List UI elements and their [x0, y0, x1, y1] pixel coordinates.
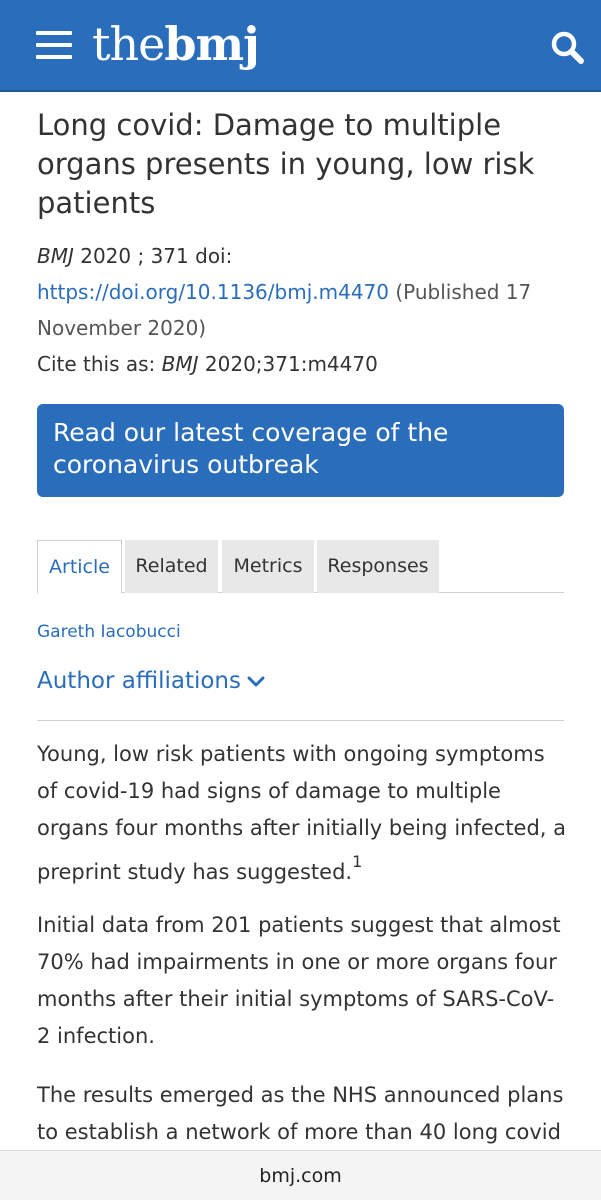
chevron-down-icon — [247, 676, 265, 686]
tab-article[interactable]: Article — [37, 540, 122, 594]
coronavirus-coverage-button[interactable]: Read our latest coverage of the coronavi… — [37, 404, 564, 497]
article-tabs: Article Related Metrics Responses — [37, 540, 564, 594]
article-paragraph: Initial data from 201 patients suggest t… — [37, 907, 567, 1055]
tab-responses[interactable]: Responses — [317, 540, 439, 593]
author-affiliations-label: Author affiliations — [37, 668, 241, 694]
tab-metrics[interactable]: Metrics — [222, 540, 314, 593]
paragraph-text: The results emerged as the NHS announced… — [37, 1083, 564, 1144]
paragraph-text: Initial data from 201 patients suggest t… — [37, 913, 561, 1048]
doi-link[interactable]: https://doi.org/10.1136/bmj.m4470 — [37, 280, 389, 304]
url-domain: bmj.com — [259, 1165, 342, 1187]
hamburger-menu-icon[interactable] — [36, 31, 72, 59]
article-paragraph: The results emerged as the NHS announced… — [37, 1077, 567, 1151]
author-affiliations-toggle[interactable]: Author affiliations — [37, 668, 265, 694]
bmj-logo[interactable]: thebmj — [92, 14, 260, 74]
footnote-reference[interactable]: 1 — [352, 852, 362, 871]
year-volume: 2020 ; 371 — [73, 244, 196, 268]
tab-related[interactable]: Related — [125, 540, 218, 593]
paragraph-text: Young, low risk patients with ongoing sy… — [37, 742, 567, 884]
cite-label: Cite this as: — [37, 352, 162, 376]
search-icon[interactable] — [548, 28, 588, 68]
cite-journal: BMJ — [161, 352, 199, 376]
section-divider — [37, 720, 564, 721]
author-name[interactable]: Gareth Iacobucci — [37, 622, 181, 642]
logo-the-text: the — [92, 17, 165, 71]
article-citation: BMJ 2020 ; 371 doi: https://doi.org/10.1… — [37, 238, 577, 382]
doi-label: doi: — [195, 244, 233, 268]
logo-bmj-text: bmj — [164, 17, 259, 71]
journal-name: BMJ — [37, 244, 74, 268]
cite-reference: 2020;371:m4470 — [198, 352, 378, 376]
coverage-button-label: Read our latest coverage of the coronavi… — [53, 418, 449, 479]
article-paragraph: Young, low risk patients with ongoing sy… — [37, 736, 567, 891]
browser-url-bar[interactable]: bmj.com — [0, 1150, 601, 1200]
site-header: thebmj — [0, 0, 601, 92]
article-title: Long covid: Damage to multiple organs pr… — [37, 108, 535, 220]
